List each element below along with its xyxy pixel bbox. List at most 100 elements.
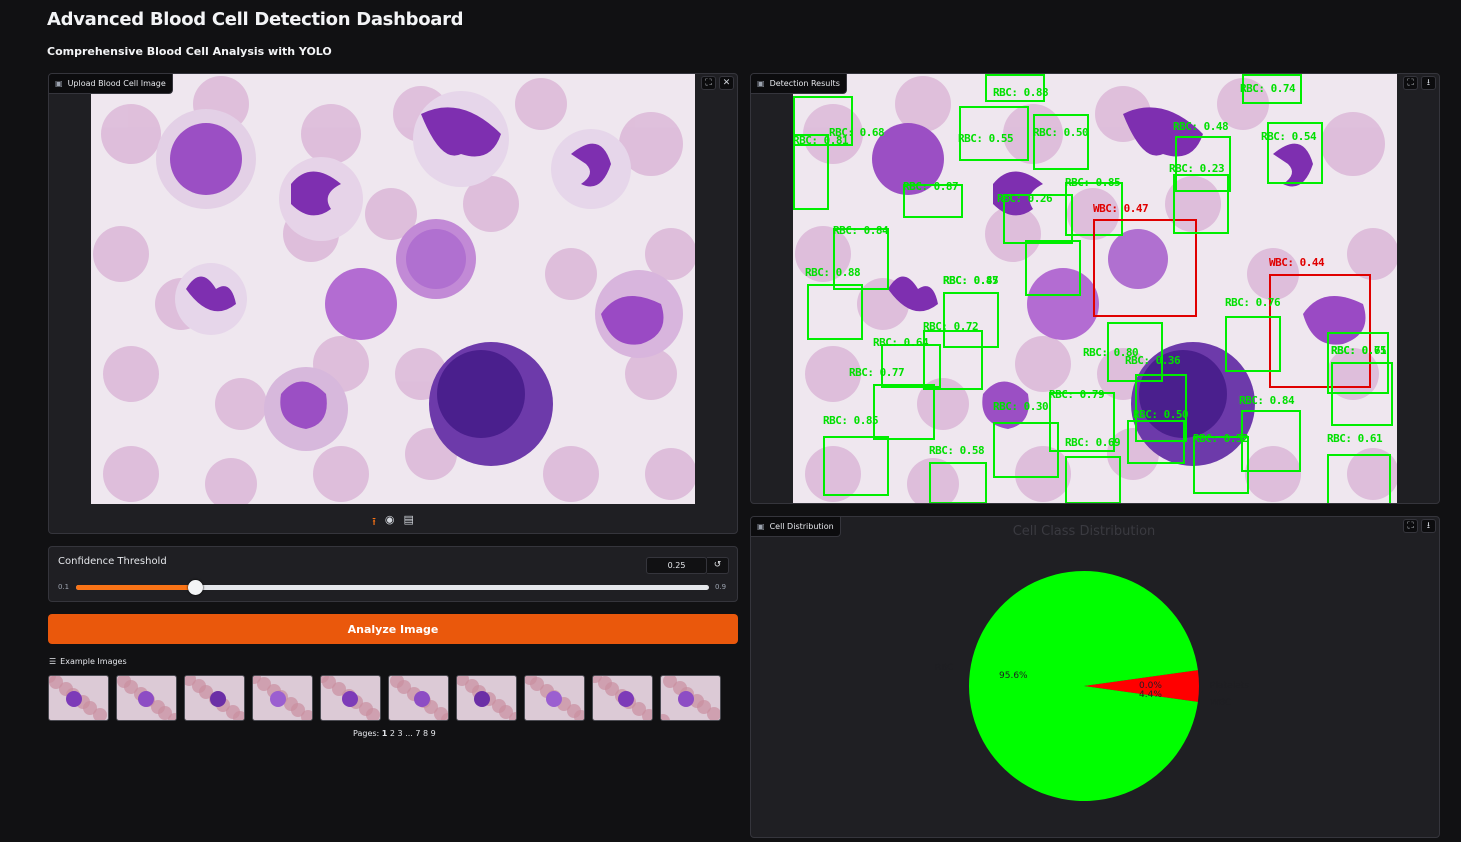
rbc-detection-label: RBC: 0.75 — [1331, 344, 1387, 357]
rbc-detection-label: RBC: 0.72 — [923, 320, 979, 333]
webcam-icon[interactable]: ◉ — [385, 513, 395, 532]
rbc-detection-box — [993, 422, 1059, 478]
confidence-number-input[interactable]: 0.25 — [646, 557, 707, 574]
rbc-detection-box — [1331, 362, 1393, 426]
rbc-detection-label: RBC: 0.77 — [849, 366, 905, 379]
category-label-wbc: WBC — [1210, 698, 1231, 708]
wbc-detection-label: WBC: 0.47 — [1093, 202, 1149, 215]
rbc-detection-label: RBC: 0.87 — [903, 180, 959, 193]
rbc-detection-label: RBC: 0.79 — [1049, 388, 1105, 401]
rbc-detection-label: RBC: 0.85 — [823, 414, 879, 427]
rbc-detection-box — [793, 134, 829, 210]
pagination-ellipsis: ... — [402, 729, 413, 738]
rbc-detection-label: RBC: 0.88 — [805, 266, 861, 279]
cell-distribution-panel: ▣ Cell Distribution ⛶ ⭳ Cell Class Distr… — [750, 516, 1440, 838]
fullscreen-icon[interactable]: ⛶ — [1403, 76, 1418, 90]
rbc-detection-box — [823, 436, 889, 496]
example-image-thumbnail[interactable] — [388, 675, 449, 721]
rbc-detection-box — [833, 228, 889, 290]
close-icon[interactable]: ✕ — [719, 76, 734, 90]
rbc-detection-box — [1127, 420, 1185, 464]
download-icon[interactable]: ⭳ — [1421, 76, 1436, 90]
rbc-detection-label: RBC: 0.85 — [1065, 176, 1121, 189]
example-image-thumbnail[interactable] — [524, 675, 585, 721]
detection-panel-label: ▣ Detection Results — [751, 74, 847, 94]
rbc-detection-label: RBC: 0.88 — [993, 86, 1049, 99]
uploaded-blood-image — [91, 74, 695, 504]
chart-icon: ▣ — [757, 522, 765, 531]
rbc-detection-label: RBC: 0.23 — [1169, 162, 1225, 175]
example-image-thumbnail[interactable] — [184, 675, 245, 721]
example-image-thumbnail[interactable] — [252, 675, 313, 721]
example-image-thumbnail[interactable] — [320, 675, 381, 721]
reset-icon[interactable]: ↺ — [707, 557, 729, 574]
examples-label: Example Images — [60, 657, 127, 666]
rbc-detection-label: RBC: 0.68 — [829, 126, 885, 139]
rbc-detection-label: RBC: 0.61 — [1327, 432, 1383, 445]
detection-results-panel: ▣ Detection Results ⛶ ⭳ RBC: 0.88 RBC: 0… — [750, 73, 1440, 504]
wbc-detection-label: WBC: 0.44 — [1269, 256, 1325, 269]
rbc-detection-box — [1225, 316, 1281, 372]
rbc-detection-label: RBC: 0.50 — [1033, 126, 1089, 139]
rbc-detection-label: RBC: 0.50 — [1133, 408, 1189, 421]
upload-icon[interactable]: ⭱ — [372, 513, 376, 532]
upload-panel-label: ▣ Upload Blood Cell Image — [49, 74, 173, 94]
pages-label: Pages: — [353, 729, 380, 738]
rbc-detection-label: RBC: 0.36 — [1125, 354, 1181, 367]
fullscreen-icon[interactable]: ⛶ — [701, 76, 716, 90]
rbc-detection-label: RBC: 0.64 — [873, 336, 929, 349]
rbc-detection-label: RBC: 0.58 — [929, 444, 985, 457]
chart-title: Cell Class Distribution — [1013, 524, 1156, 539]
rbc-detection-box — [1033, 114, 1089, 170]
rbc-detection-label: RBC: 0.52 — [1193, 432, 1249, 445]
rbc-detection-label: RBC: 0.48 — [1173, 120, 1229, 133]
value-label-wbc: 4.4% — [1139, 690, 1162, 700]
rbc-detection-label: RBC: 0.69 — [1065, 436, 1121, 449]
upload-image-panel[interactable]: ▣ Upload Blood Cell Image ⛶ ✕ ⭱ ◉ ▤ — [48, 73, 738, 534]
rbc-detection-label: RBC: 0.76 — [1225, 296, 1281, 309]
slider-thumb[interactable] — [187, 580, 203, 595]
clipboard-icon[interactable]: ▤ — [404, 513, 414, 532]
pie-chart: Cell Class Distribution RBC Platelets WBC 95… — [935, 524, 1249, 801]
page-link-2[interactable]: 2 — [387, 729, 395, 738]
distribution-panel-label-text: Cell Distribution — [769, 522, 834, 531]
image-icon: ▣ — [757, 79, 765, 88]
image-icon: ▣ — [55, 79, 63, 88]
download-icon[interactable]: ⭳ — [1421, 519, 1436, 533]
rbc-detection-label: RBC: 0.84 — [1239, 394, 1295, 407]
blood-smear-illustration — [91, 74, 695, 504]
rbc-detection-label: RBC: 0.30 — [993, 400, 1049, 413]
rbc-detection-box — [1025, 240, 1081, 296]
example-image-thumbnail[interactable] — [116, 675, 177, 721]
example-image-thumbnail[interactable] — [456, 675, 517, 721]
example-image-thumbnail[interactable] — [660, 675, 721, 721]
rbc-detection-box — [1327, 454, 1391, 503]
detection-image: RBC: 0.88 RBC: 0.74 RBC: 0.81 RBC: 0.55 RBC:… — [793, 74, 1397, 503]
rbc-detection-label: RBC: 0.26 — [997, 192, 1053, 205]
rbc-detection-box — [1241, 410, 1301, 472]
example-image-thumbnail[interactable] — [48, 675, 109, 721]
page-link-9[interactable]: 9 — [428, 729, 436, 738]
upload-panel-label-text: Upload Blood Cell Image — [67, 79, 166, 88]
detection-panel-label-text: Detection Results — [769, 79, 840, 88]
analyze-image-button[interactable]: Analyze Image — [48, 614, 738, 644]
category-label-platelets: Platelets — [1210, 681, 1249, 691]
page-link-3[interactable]: 3 — [395, 729, 403, 738]
rbc-detection-box — [1065, 456, 1121, 503]
example-images-gallery — [48, 675, 721, 721]
list-icon: ☰ — [49, 657, 57, 666]
value-label-rbc: 95.6% — [999, 671, 1028, 681]
page-link-8[interactable]: 8 — [420, 729, 428, 738]
rbc-detection-label: RBC: 0.85 — [943, 274, 999, 287]
distribution-panel-label: ▣ Cell Distribution — [751, 517, 841, 537]
confidence-slider[interactable] — [76, 580, 709, 595]
rbc-detection-box — [1173, 174, 1229, 234]
page-subtitle: Comprehensive Blood Cell Analysis with Y… — [47, 45, 332, 58]
rbc-detection-label: RBC: 0.74 — [1240, 82, 1296, 95]
rbc-detection-box — [807, 284, 863, 340]
page-title: Advanced Blood Cell Detection Dashboard — [47, 9, 464, 30]
example-image-thumbnail[interactable] — [592, 675, 653, 721]
fullscreen-icon[interactable]: ⛶ — [1403, 519, 1418, 533]
confidence-slider-panel: Confidence Threshold 0.25 ↺ 0.1 0.9 — [48, 546, 738, 602]
slider-fill — [76, 585, 195, 590]
